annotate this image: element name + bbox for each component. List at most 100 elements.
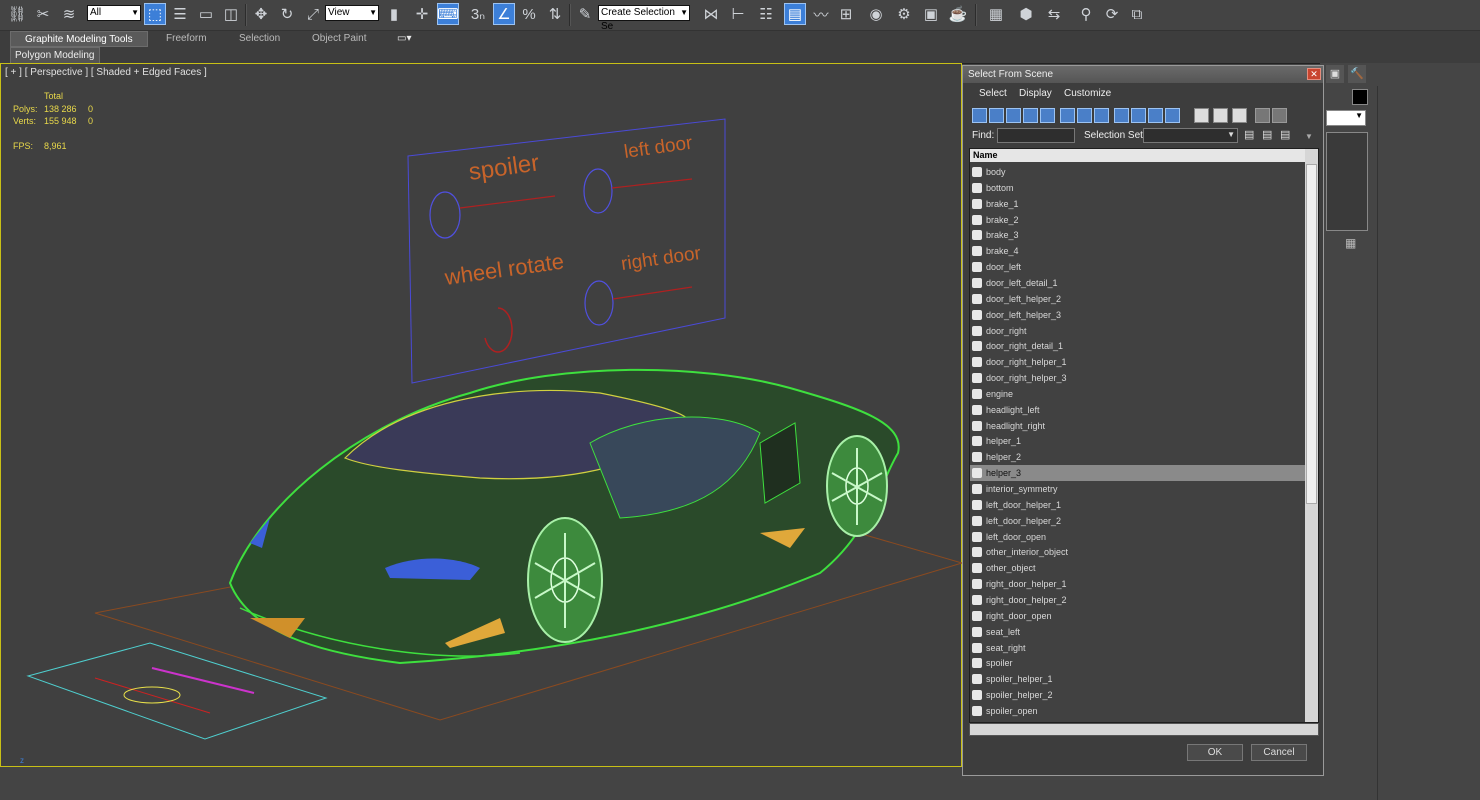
configure-modifier-sets-icon[interactable]: ▦ — [1345, 236, 1361, 252]
list-item[interactable]: left_door_helper_1 — [970, 497, 1305, 513]
tab-freeform[interactable]: Freeform — [166, 31, 207, 47]
filter-icon[interactable] — [1255, 108, 1270, 123]
display-space-warps-icon[interactable] — [1060, 108, 1075, 123]
ik-tool-1-icon[interactable]: ⚲ — [1075, 3, 1097, 25]
list-item[interactable]: headlight_left — [970, 402, 1305, 418]
list-item[interactable]: interior_symmetry — [970, 481, 1305, 497]
ok-button[interactable]: OK — [1187, 744, 1243, 761]
select-by-name-icon[interactable]: ☰ — [169, 3, 191, 25]
tab-graphite-modeling-tools[interactable]: Graphite Modeling Tools — [10, 31, 148, 47]
link-icon[interactable]: ⛓ — [6, 3, 28, 25]
list-item[interactable]: door_left_helper_3 — [970, 307, 1305, 323]
delete-selection-set-icon[interactable]: ▤ — [1280, 128, 1292, 142]
list-item[interactable]: body — [970, 164, 1305, 180]
bind-space-warp-icon[interactable]: ≋ — [58, 3, 80, 25]
unlink-icon[interactable]: ✂ — [32, 3, 54, 25]
menu-display[interactable]: Display — [1019, 88, 1052, 99]
display-bones-icon[interactable] — [1114, 108, 1129, 123]
create-selection-set-icon[interactable]: ▤ — [1244, 128, 1256, 142]
list-item[interactable]: door_left — [970, 259, 1305, 275]
modifier-stack[interactable] — [1326, 132, 1368, 231]
list-item[interactable]: other_object — [970, 560, 1305, 576]
list-item[interactable]: left_door_open — [970, 529, 1305, 545]
render-production-icon[interactable]: ☕ — [947, 3, 969, 25]
list-item[interactable]: helper_2 — [970, 449, 1305, 465]
display-panel-icon[interactable]: ▣ — [1326, 65, 1344, 83]
selection-filter-dropdown[interactable]: All ▼ — [87, 5, 141, 21]
find-input[interactable] — [997, 128, 1075, 143]
select-manipulate-icon[interactable]: ✛ — [411, 3, 433, 25]
invert-display-icon[interactable] — [1232, 108, 1247, 123]
move-icon[interactable]: ✥ — [250, 3, 272, 25]
display-groups-icon[interactable] — [1077, 108, 1092, 123]
rendered-frame-window-icon[interactable]: ▣ — [920, 3, 942, 25]
list-item[interactable]: helper_3 — [970, 465, 1305, 482]
tab-selection[interactable]: Selection — [239, 31, 280, 47]
display-all-icon[interactable] — [1194, 108, 1209, 123]
align-icon[interactable]: ⊢ — [727, 3, 749, 25]
modifier-list-dropdown[interactable]: ▼ — [1326, 110, 1366, 126]
menu-customize[interactable]: Customize — [1064, 88, 1111, 99]
display-geometry-icon[interactable] — [972, 108, 987, 123]
list-item[interactable]: spoiler_open — [970, 703, 1305, 719]
display-containers-icon[interactable] — [1131, 108, 1146, 123]
list-item[interactable]: right_door_helper_2 — [970, 592, 1305, 608]
options-chevron-icon[interactable]: ▼ — [1305, 132, 1313, 141]
named-selection-set-dropdown[interactable]: Create Selection Se ▼ — [598, 5, 690, 32]
right-door-control-circle[interactable] — [584, 280, 614, 326]
list-item[interactable]: right_door_open — [970, 608, 1305, 624]
list-item[interactable]: door_left_detail_1 — [970, 275, 1305, 291]
list-item[interactable]: door_right — [970, 323, 1305, 339]
scene-object-list[interactable]: Name body bottom brake_1 brake_2 brake_3 brak… — [969, 148, 1319, 723]
list-item[interactable]: headlight_right — [970, 418, 1305, 434]
material-editor-icon[interactable]: ◉ — [865, 3, 887, 25]
curve-editor-icon[interactable]: 〰 — [810, 3, 832, 25]
select-object-icon[interactable]: ⬚ — [144, 3, 166, 25]
edit-named-selection-icon[interactable]: ✎ — [574, 3, 596, 25]
snaps-toggle-icon[interactable]: 3ₙ — [467, 3, 489, 25]
mirror-icon[interactable]: ⋈ — [700, 3, 722, 25]
display-none-icon[interactable] — [1213, 108, 1228, 123]
scene-states-icon[interactable]: ⬢ — [1015, 3, 1037, 25]
list-item[interactable]: helper_1 — [970, 433, 1305, 449]
display-frozen-icon[interactable] — [1148, 108, 1163, 123]
display-cameras-icon[interactable] — [1023, 108, 1038, 123]
object-color-swatch[interactable] — [1352, 89, 1368, 105]
display-shapes-icon[interactable] — [989, 108, 1004, 123]
list-item[interactable]: brake_4 — [970, 243, 1305, 259]
ribbon-toggle-icon[interactable]: ▤ — [784, 3, 806, 25]
column-header-name[interactable]: Name — [970, 149, 1310, 162]
schematic-view-icon[interactable]: ⊞ — [835, 3, 857, 25]
reference-coordinate-dropdown[interactable]: View ▼ — [325, 5, 379, 21]
spinner-snap-icon[interactable]: ⇅ — [544, 3, 566, 25]
list-item[interactable]: door_left_helper_2 — [970, 291, 1305, 307]
utilities-panel-icon[interactable]: 🔨 — [1348, 65, 1366, 83]
list-item[interactable]: brake_2 — [970, 212, 1305, 228]
edit-selection-set-icon[interactable]: ▤ — [1262, 128, 1274, 142]
list-item[interactable]: door_right_helper_3 — [970, 370, 1305, 386]
keyboard-shortcut-override-icon[interactable]: ⌨ — [437, 3, 459, 25]
layer-manager-icon[interactable]: ☷ — [755, 3, 777, 25]
asset-tracking-icon[interactable]: ⇆ — [1043, 3, 1065, 25]
list-item[interactable]: brake_3 — [970, 227, 1305, 243]
list-item[interactable]: right_door_helper_1 — [970, 576, 1305, 592]
scale-icon[interactable]: ⤢ — [302, 3, 324, 25]
display-hidden-icon[interactable] — [1165, 108, 1180, 123]
list-item[interactable]: left_door_helper_2 — [970, 513, 1305, 529]
menu-select[interactable]: Select — [979, 88, 1007, 99]
horizontal-scrollbar[interactable] — [969, 723, 1319, 736]
left-door-control-circle[interactable] — [583, 168, 613, 214]
selection-set-dropdown[interactable]: ▼ — [1143, 128, 1238, 143]
angle-snap-icon[interactable]: ∠ — [493, 3, 515, 25]
wheel-rotate-control[interactable] — [484, 307, 513, 353]
vertical-scrollbar-thumb[interactable] — [1306, 164, 1317, 504]
filter-options-icon[interactable] — [1272, 108, 1287, 123]
list-item[interactable]: spoiler — [970, 655, 1305, 671]
render-setup-icon[interactable]: ⚙ — [893, 3, 915, 25]
ik-tool-2-icon[interactable]: ⟳ — [1101, 3, 1123, 25]
percent-snap-icon[interactable]: % — [518, 3, 540, 25]
tab-object-paint[interactable]: Object Paint — [312, 31, 366, 47]
list-item[interactable]: spoiler_helper_1 — [970, 671, 1305, 687]
list-item[interactable]: other_interior_object — [970, 544, 1305, 560]
list-item[interactable]: door_right_helper_1 — [970, 354, 1305, 370]
